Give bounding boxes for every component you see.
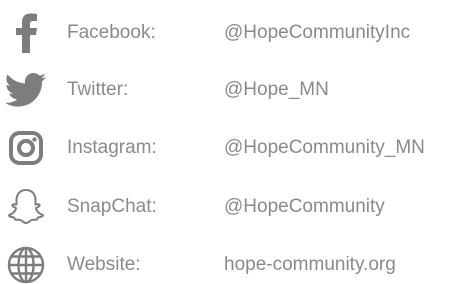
- website-link[interactable]: hope-community.org: [224, 241, 396, 284]
- list-item-twitter: Twitter: @Hope_MN: [0, 66, 471, 114]
- facebook-icon: [4, 9, 48, 57]
- instagram-handle-link[interactable]: @HopeCommunity_MN: [224, 124, 425, 172]
- list-item-snapchat: SnapChat: @HopeCommunity: [0, 183, 471, 231]
- list-item-facebook: Facebook: @HopeCommunityInc: [0, 9, 471, 57]
- snapchat-label: SnapChat:: [67, 196, 157, 217]
- list-item-instagram: Instagram: @HopeCommunity_MN: [0, 124, 471, 172]
- facebook-label: Facebook:: [67, 22, 156, 43]
- list-item-website: Website: hope-community.org: [0, 241, 471, 284]
- snapchat-icon: [4, 183, 48, 231]
- instagram-icon: [4, 124, 48, 172]
- snapchat-handle-link[interactable]: @HopeCommunity: [224, 183, 385, 231]
- twitter-label: Twitter:: [67, 79, 129, 100]
- twitter-handle-link[interactable]: @Hope_MN: [224, 66, 329, 114]
- twitter-icon: [4, 66, 48, 114]
- instagram-label: Instagram:: [67, 137, 157, 158]
- website-label: Website:: [67, 254, 141, 275]
- facebook-handle-link[interactable]: @HopeCommunityInc: [224, 9, 410, 57]
- globe-icon: [4, 241, 48, 284]
